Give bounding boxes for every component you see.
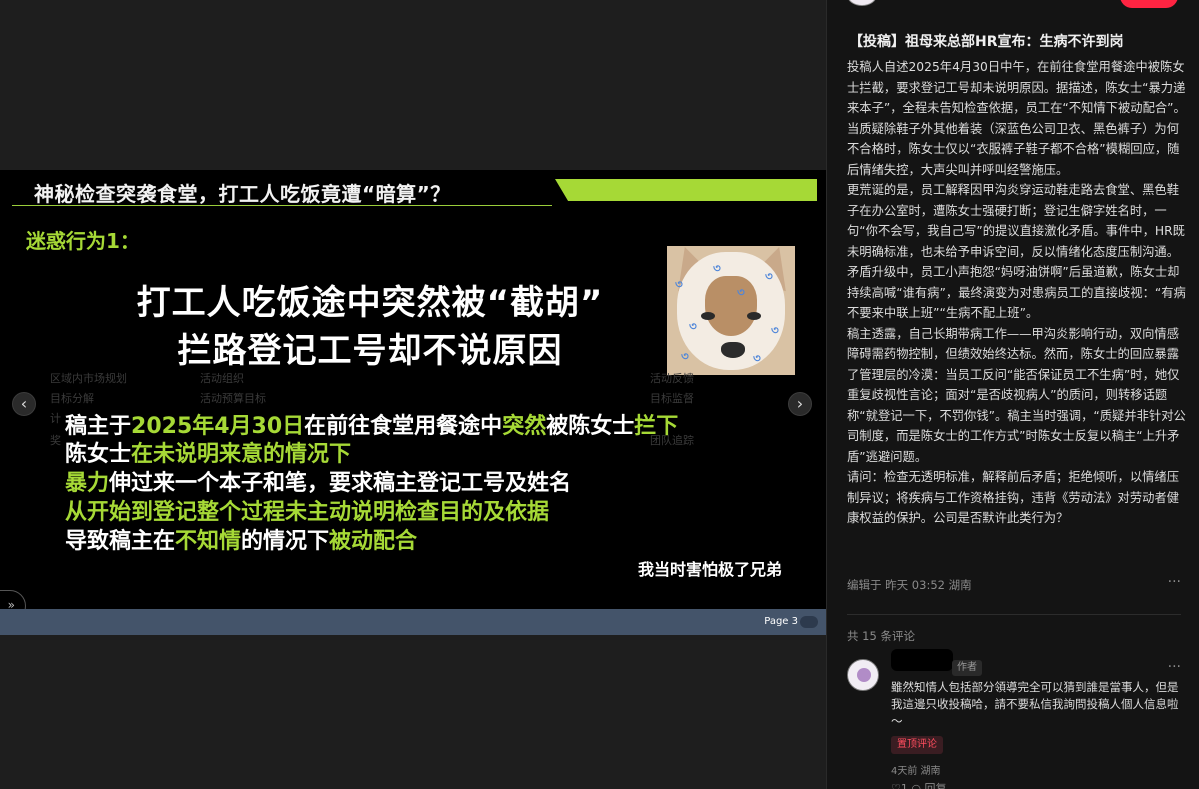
dog-mark: ৩: [689, 319, 697, 333]
chevron-left-icon: ‹: [20, 394, 28, 413]
page-badge: [800, 616, 818, 628]
ghost-text: 活动预算目标: [200, 392, 266, 405]
slide-headline-2: 拦路登记工号却不说原因: [177, 331, 563, 371]
dog-mark: ৩: [765, 269, 773, 283]
more-options-icon[interactable]: ···: [1168, 574, 1181, 590]
dog-eye-left: [701, 312, 715, 320]
slide-subtitle: 迷惑行为1：: [26, 229, 140, 253]
highlight-span: 拦下: [634, 414, 679, 439]
post-paragraph: 请问：检查无透明标准，解释前后矛盾；拒绝倾听，以情绪压制异议；将疾病与工作资格挂…: [847, 470, 1180, 525]
commenter-avatar[interactable]: [847, 659, 879, 691]
slide-viewer: 神秘检查突袭食堂，打工人吃饭竟遭“暗算”？ 迷惑行为1： 打工人吃饭途中突然被“…: [0, 0, 826, 789]
text-span: 伸过来一个本子和笔，要求稿主登记工号及姓名: [109, 471, 572, 496]
post-body: 投稿人自述2025年4月30日中午，在前往食堂用餐途中被陈女士拦截，要求登记工号…: [847, 57, 1187, 529]
commenter-name-redacted: [891, 649, 953, 671]
follow-button[interactable]: [1120, 0, 1178, 8]
post-paragraph: 稿主透露，自己长期带病工作——甲沟炎影响行动，双向情感障碍需药物控制，但绩效始终…: [847, 326, 1186, 464]
slide-headline-1: 打工人吃饭途中突然被“截胡”: [136, 283, 604, 323]
chevron-right-icon: ›: [796, 394, 804, 413]
next-image-button[interactable]: ›: [788, 392, 812, 416]
text-span: 陈女士: [65, 442, 132, 467]
slide-body-line-4: 从开始到登记整个过程未主动说明检查目的及依据: [65, 500, 550, 525]
author-tag: 作者: [952, 660, 982, 676]
highlight-span: 突然: [502, 414, 547, 439]
post-panel: 【投稿】祖母来总部HR宣布：生病不许到岗 投稿人自述2025年4月30日中午，在…: [826, 0, 1199, 789]
ghost-text: 活动组织: [200, 372, 244, 385]
highlight-span: 暴力: [65, 471, 110, 496]
previous-image-button[interactable]: ‹: [12, 392, 36, 416]
post-paragraph: 投稿人自述2025年4月30日中午，在前往食堂用餐途中被陈女士拦截，要求登记工号…: [847, 60, 1186, 177]
post-meta: 编辑于 昨天 03:52 湖南: [847, 578, 972, 592]
highlight-span: 不知情: [175, 529, 242, 554]
text-span: 被陈女士: [546, 414, 635, 439]
dog-eye-right: [747, 312, 761, 320]
slide: 神秘检查突袭食堂，打工人吃饭竟遭“暗算”？ 迷惑行为1： 打工人吃饭途中突然被“…: [0, 170, 826, 610]
comment-text: 雖然知情人包括部分領導完全可以猜到誰是當事人，但是我這邊只收投稿哈，請不要私信我…: [891, 680, 1179, 728]
slide-body-line-5: 导致稿主在不知情的情况下被动配合: [65, 523, 417, 555]
dog-mark: ৩: [713, 261, 721, 275]
dog-meme-image: ৩ ৩ ৩ ৩ ৩ ৩ ৩ ৩: [667, 246, 795, 375]
ghost-text: 计: [50, 412, 61, 425]
post-paragraph: 更荒诞的是，员工解释因甲沟炎穿运动鞋走路去食堂、黑色鞋子在办公室时，遭陈女士强硬…: [847, 183, 1185, 259]
ghost-text: 活动反馈: [650, 372, 694, 385]
author-avatar[interactable]: [847, 0, 877, 6]
ghost-text: 目标分解: [50, 392, 94, 405]
comment-more-icon[interactable]: ···: [1168, 659, 1181, 675]
page-number: Page 3: [764, 616, 798, 627]
post-title: 【投稿】祖母来总部HR宣布：生病不许到岗: [849, 34, 1124, 50]
ghost-text: 目标监督: [650, 392, 694, 405]
highlight-span: 被动配合: [329, 529, 418, 554]
highlight-span: 在未说明来意的情况下: [131, 442, 352, 467]
dog-mark: ৩: [771, 323, 779, 337]
dog-nose: [721, 342, 745, 358]
slide-header-title: 神秘检查突袭食堂，打工人吃饭竟遭“暗算”？: [34, 182, 451, 206]
slide-header: 神秘检查突袭食堂，打工人吃饭竟遭“暗算”？: [12, 176, 552, 206]
avatar-figure: [857, 668, 871, 682]
comment-actions[interactable]: ♡1 ○ 回复: [891, 780, 946, 789]
ghost-text: 奖: [50, 434, 61, 447]
slide-page-bar: Page 3: [0, 609, 826, 635]
text-span: 导致稿主在: [65, 529, 176, 554]
dog-mark: ৩: [753, 351, 761, 365]
dog-mask: [705, 276, 757, 336]
text-span: 的情况下: [241, 529, 330, 554]
ghost-text: 区域内市场规划: [50, 372, 127, 385]
app-window: 神秘检查突袭食堂，打工人吃饭竟遭“暗算”？ 迷惑行为1： 打工人吃饭途中突然被“…: [0, 0, 1199, 789]
dog-mark: ৩: [737, 285, 745, 299]
comment-count: 共 15 条评论: [847, 629, 915, 643]
dog-mark: ৩: [675, 277, 683, 291]
slide-note: 我当时害怕极了兄弟: [638, 560, 783, 579]
slide-header-accent-bar: [555, 179, 817, 201]
slide-body-line-3: 暴力伸过来一个本子和笔，要求稿主登记工号及姓名: [65, 465, 571, 497]
divider: [847, 614, 1181, 615]
pinned-comment-badge: 置顶评论: [891, 736, 943, 754]
comment-time: 4天前 湖南: [891, 766, 941, 777]
slide-body-line-2: 陈女士在未说明来意的情况下: [65, 436, 351, 468]
post-paragraph: 矛盾升级中，员工小声抱怨“妈呀油饼啊”后虽道歉，陈女士却持续高喊“谁有病”，最终…: [847, 265, 1186, 320]
dog-mark: ৩: [681, 349, 689, 363]
